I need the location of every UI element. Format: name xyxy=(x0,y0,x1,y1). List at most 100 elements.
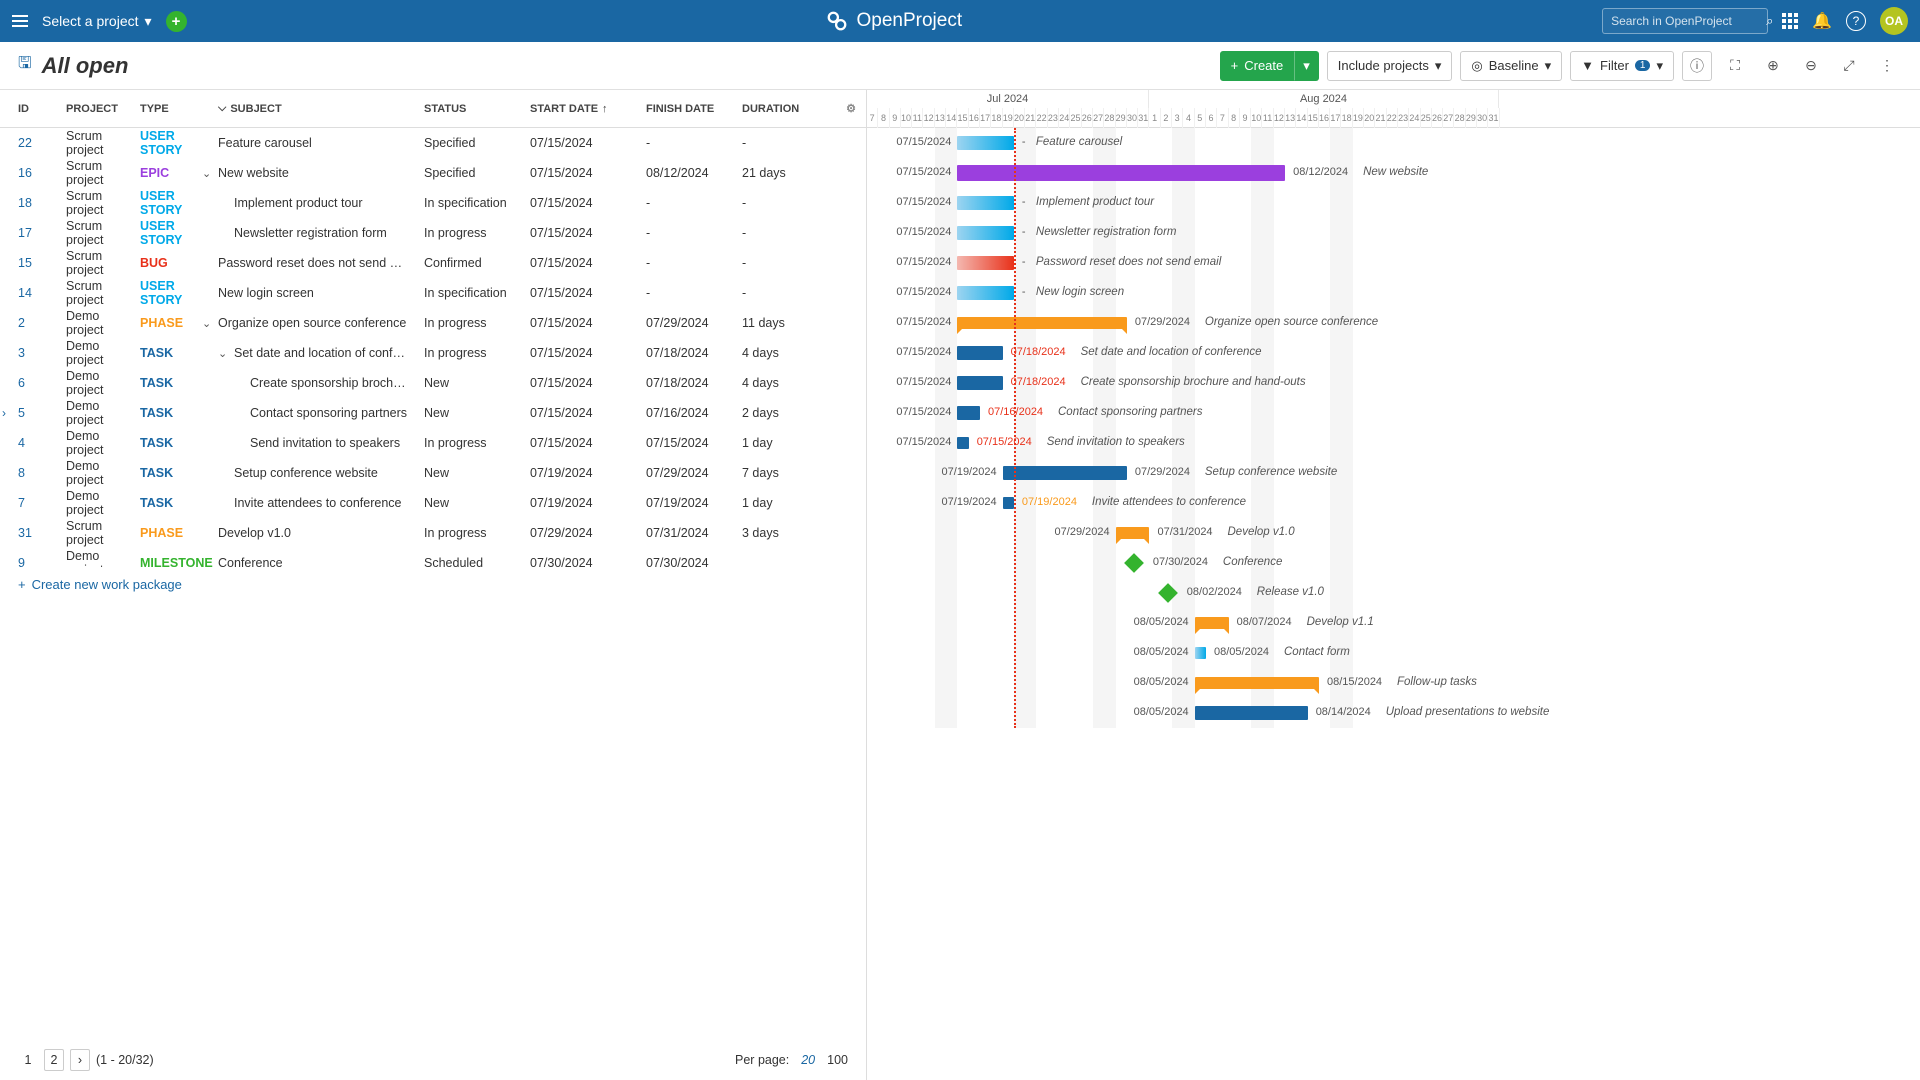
zoom-out-button[interactable]: ⊖ xyxy=(1796,51,1826,81)
table-row[interactable]: 17Scrum projectUSER STORYNewsletter regi… xyxy=(0,218,866,248)
wp-id[interactable]: 2 xyxy=(18,316,66,330)
hamburger-icon[interactable] xyxy=(12,15,28,27)
avatar[interactable]: OA xyxy=(1880,7,1908,35)
table-row[interactable]: 16Scrum projectEPIC⌄New websiteSpecified… xyxy=(0,158,866,188)
wp-id[interactable]: 3 xyxy=(18,346,66,360)
gantt-bar[interactable] xyxy=(957,406,980,420)
gantt-bar[interactable] xyxy=(957,256,1014,270)
info-button[interactable]: ⓘ xyxy=(1682,51,1712,81)
table-row[interactable]: 31Scrum projectPHASEDevelop v1.0In progr… xyxy=(0,518,866,548)
col-status[interactable]: STATUS xyxy=(424,103,530,115)
gantt-bar[interactable] xyxy=(1195,677,1319,689)
baseline-button[interactable]: ◎ Baseline ▾ xyxy=(1460,51,1562,81)
app-grid-icon[interactable] xyxy=(1782,13,1798,29)
wp-id[interactable]: 22 xyxy=(18,136,66,150)
col-start[interactable]: START DATE↑ xyxy=(530,103,646,115)
fullscreen-button[interactable]: ⤢ xyxy=(1834,51,1864,81)
gantt-bar[interactable] xyxy=(1195,706,1308,720)
gantt-bar[interactable] xyxy=(957,437,968,449)
gantt-bar[interactable] xyxy=(957,317,1127,329)
project-selector[interactable]: Select a project ▾ xyxy=(42,13,152,30)
gantt-bar[interactable] xyxy=(957,226,1014,240)
wp-id[interactable]: 16 xyxy=(18,166,66,180)
wp-id[interactable]: 17 xyxy=(18,226,66,240)
wp-subject[interactable]: Implement product tour xyxy=(218,196,424,210)
col-project[interactable]: PROJECT xyxy=(66,103,140,115)
zen-mode-button[interactable]: ⛶ xyxy=(1720,51,1750,81)
col-duration[interactable]: DURATION xyxy=(742,103,822,115)
wp-subject[interactable]: Newsletter registration form xyxy=(218,226,424,240)
table-row[interactable]: 2Demo projectPHASE⌄Organize open source … xyxy=(0,308,866,338)
wp-subject[interactable]: Conference xyxy=(218,556,424,567)
create-new-wp[interactable]: + Create new work package xyxy=(0,567,866,601)
gantt-bar[interactable] xyxy=(1195,617,1229,629)
wp-id[interactable]: 15 xyxy=(18,256,66,270)
create-button[interactable]: + Create xyxy=(1220,51,1295,81)
table-row[interactable]: 15Scrum projectBUGPassword reset does no… xyxy=(0,248,866,278)
expand-icon[interactable]: ⌄ xyxy=(202,317,211,330)
per-page-20[interactable]: 20 xyxy=(801,1053,815,1067)
search-input[interactable] xyxy=(1611,14,1766,28)
table-row[interactable]: 9Demo projectMILESTONEConferenceSchedule… xyxy=(0,548,866,567)
wp-id[interactable]: 8 xyxy=(18,466,66,480)
milestone-diamond[interactable] xyxy=(1124,553,1144,573)
global-search[interactable]: ⌕ xyxy=(1602,8,1768,34)
wp-id[interactable]: 18 xyxy=(18,196,66,210)
gantt-bar[interactable] xyxy=(957,136,1014,150)
expand-icon[interactable]: ⌄ xyxy=(218,347,227,360)
wp-subject[interactable]: ⌄New website xyxy=(218,166,424,180)
wp-subject[interactable]: New login screen xyxy=(218,286,424,300)
page-next[interactable]: › xyxy=(70,1049,90,1071)
wp-id[interactable]: 5 xyxy=(18,406,66,420)
row-details-arrow[interactable]: › xyxy=(2,406,6,420)
gantt-bar[interactable] xyxy=(957,196,1014,210)
wp-subject[interactable]: ⌄Set date and location of conference xyxy=(218,346,424,360)
table-row[interactable]: 6Demo projectTASKCreate sponsorship broc… xyxy=(0,368,866,398)
wp-id[interactable]: 31 xyxy=(18,526,66,540)
more-menu[interactable]: ⋮ xyxy=(1872,51,1902,81)
wp-subject[interactable]: Invite attendees to conference xyxy=(218,496,424,510)
gantt-bar[interactable] xyxy=(957,376,1002,390)
wp-subject[interactable]: Create sponsorship brochure an... xyxy=(218,376,424,390)
table-row[interactable]: 14Scrum projectUSER STORYNew login scree… xyxy=(0,278,866,308)
gantt-bar[interactable] xyxy=(957,346,1002,360)
wp-subject[interactable]: Develop v1.0 xyxy=(218,526,424,540)
wp-subject[interactable]: Feature carousel xyxy=(218,136,424,150)
create-dropdown[interactable]: ▾ xyxy=(1294,51,1319,81)
help-icon[interactable]: ? xyxy=(1846,11,1866,31)
wp-subject[interactable]: ⌄Organize open source conference xyxy=(218,316,424,330)
filter-button[interactable]: ▼ Filter 1 ▾ xyxy=(1570,51,1674,81)
gantt-bar[interactable] xyxy=(1195,647,1206,659)
wp-id[interactable]: 7 xyxy=(18,496,66,510)
gantt-bar[interactable] xyxy=(1003,466,1127,480)
col-type[interactable]: TYPE xyxy=(140,103,218,115)
zoom-in-button[interactable]: ⊕ xyxy=(1758,51,1788,81)
milestone-diamond[interactable] xyxy=(1158,583,1178,603)
table-row[interactable]: 3Demo projectTASK⌄Set date and location … xyxy=(0,338,866,368)
wp-subject[interactable]: Setup conference website xyxy=(218,466,424,480)
save-icon[interactable]: 🖫 xyxy=(18,52,32,79)
wp-subject[interactable]: Contact sponsoring partners xyxy=(218,406,424,420)
wp-id[interactable]: 9 xyxy=(18,556,66,567)
wp-id[interactable]: 14 xyxy=(18,286,66,300)
wp-id[interactable]: 4 xyxy=(18,436,66,450)
wp-subject[interactable]: Send invitation to speakers xyxy=(218,436,424,450)
col-id[interactable]: ID xyxy=(18,103,66,115)
wp-subject[interactable]: Password reset does not send email xyxy=(218,256,424,270)
table-row[interactable]: ›5Demo projectTASKContact sponsoring par… xyxy=(0,398,866,428)
col-subject[interactable]: ⌵SUBJECT xyxy=(218,102,424,115)
wp-id[interactable]: 6 xyxy=(18,376,66,390)
gantt-bar[interactable] xyxy=(957,286,1014,300)
col-finish[interactable]: FINISH DATE xyxy=(646,103,742,115)
bell-icon[interactable]: 🔔 xyxy=(1812,11,1832,31)
gantt-bar[interactable] xyxy=(1116,527,1150,539)
include-projects-button[interactable]: Include projects ▾ xyxy=(1327,51,1453,81)
quick-add-button[interactable]: + xyxy=(166,11,187,32)
table-row[interactable]: 4Demo projectTASKSend invitation to spea… xyxy=(0,428,866,458)
page-2[interactable]: 2 xyxy=(44,1049,64,1071)
gantt-bar[interactable] xyxy=(1003,497,1014,509)
gear-icon[interactable]: ⚙ xyxy=(846,102,856,115)
table-row[interactable]: 22Scrum projectUSER STORYFeature carouse… xyxy=(0,128,866,158)
table-row[interactable]: 18Scrum projectUSER STORYImplement produ… xyxy=(0,188,866,218)
table-row[interactable]: 8Demo projectTASKSetup conference websit… xyxy=(0,458,866,488)
